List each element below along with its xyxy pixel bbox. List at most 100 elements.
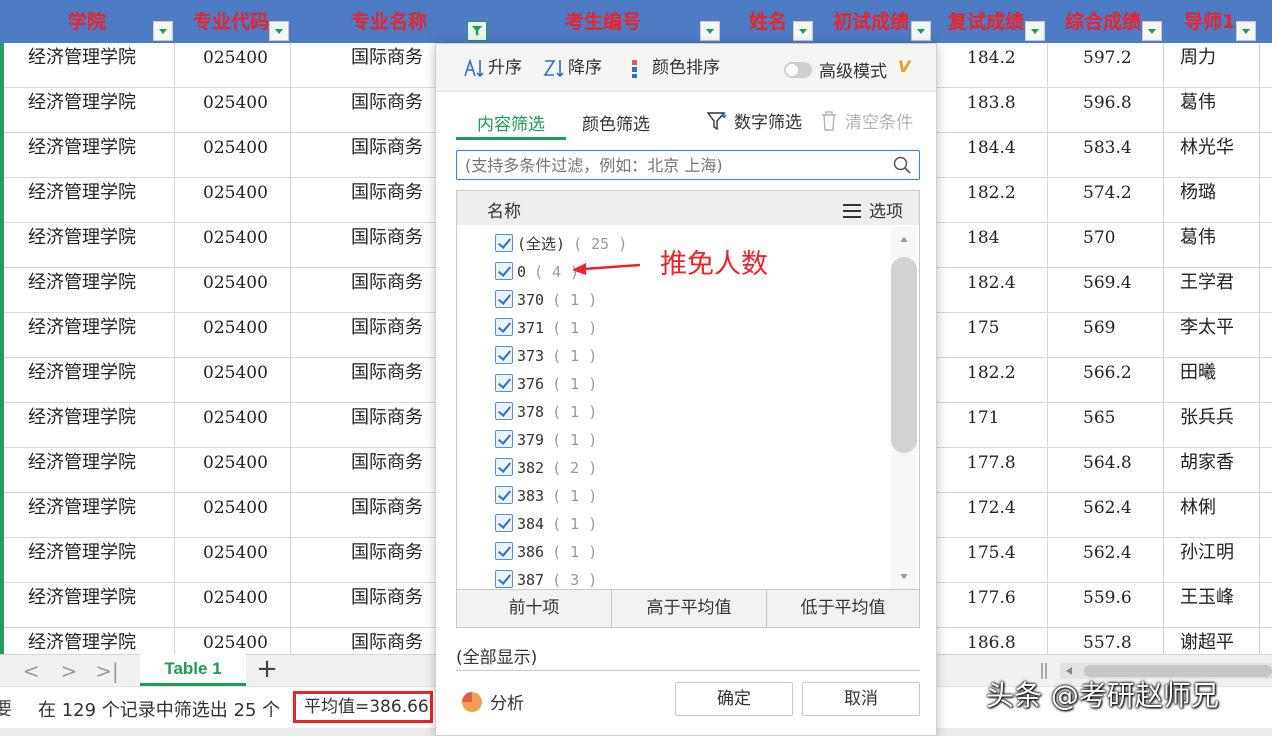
cell-total[interactable]: 570 bbox=[1048, 223, 1164, 268]
cell-code[interactable]: 025400 bbox=[175, 268, 291, 313]
col-header-major-code[interactable]: 专业代码 bbox=[175, 0, 291, 43]
cell-retest[interactable]: 171 bbox=[934, 403, 1048, 448]
cell-retest[interactable]: 182.4 bbox=[934, 268, 1048, 313]
filter-dropdown-icon[interactable] bbox=[1142, 21, 1162, 41]
checkbox[interactable] bbox=[495, 318, 513, 336]
cell-retest[interactable]: 186.8 bbox=[934, 628, 1048, 656]
filter-dropdown-icon[interactable] bbox=[1025, 21, 1045, 41]
filter-dropdown-icon[interactable] bbox=[269, 21, 289, 41]
cell-tutor[interactable]: 谢超平 bbox=[1164, 628, 1260, 656]
top-ten-button[interactable]: 前十项 bbox=[457, 590, 612, 627]
cell-code[interactable]: 025400 bbox=[175, 313, 291, 358]
cell-total[interactable]: 569 bbox=[1048, 313, 1164, 358]
cell-total[interactable]: 557.8 bbox=[1048, 628, 1164, 656]
cell-retest[interactable]: 175.4 bbox=[934, 538, 1048, 583]
filter-dropdown-icon[interactable] bbox=[911, 21, 931, 41]
cell-total[interactable]: 569.4 bbox=[1048, 268, 1164, 313]
cell-total[interactable]: 562.4 bbox=[1048, 538, 1164, 583]
filter-dropdown-icon[interactable] bbox=[153, 21, 173, 41]
cell-college[interactable]: 经济管理学院 bbox=[0, 223, 175, 268]
cell-major[interactable]: 国际商务 bbox=[291, 358, 436, 403]
checkbox[interactable] bbox=[495, 514, 513, 532]
cell-college[interactable]: 经济管理学院 bbox=[0, 313, 175, 358]
list-scrollbar-thumb[interactable] bbox=[891, 257, 917, 453]
cell-college[interactable]: 经济管理学院 bbox=[0, 583, 175, 628]
cell-major[interactable]: 国际商务 bbox=[291, 313, 436, 358]
cell-major[interactable]: 国际商务 bbox=[291, 133, 436, 178]
cell-college[interactable]: 经济管理学院 bbox=[0, 358, 175, 403]
next-sheet-icon[interactable]: > bbox=[56, 659, 82, 683]
cell-retest[interactable]: 172.4 bbox=[934, 493, 1048, 538]
cell-college[interactable]: 经济管理学院 bbox=[0, 178, 175, 223]
color-sort-button[interactable]: 颜色排序 bbox=[626, 56, 720, 80]
cell-tutor[interactable]: 葛伟 bbox=[1164, 223, 1260, 268]
advanced-mode-toggle[interactable] bbox=[784, 62, 812, 78]
filter-search-input[interactable] bbox=[457, 151, 887, 179]
scroll-up-icon[interactable] bbox=[900, 237, 908, 242]
filter-list-item[interactable]: 387 ( 3 ) bbox=[495, 569, 597, 589]
tab-content-filter[interactable]: 内容筛选 bbox=[456, 110, 566, 140]
below-average-button[interactable]: 低于平均值 bbox=[767, 590, 919, 627]
filter-list-item[interactable]: 382 ( 2 ) bbox=[495, 457, 597, 483]
col-header-initial-score[interactable]: 初试成绩 bbox=[817, 0, 934, 43]
cell-tutor[interactable]: 孙江明 bbox=[1164, 538, 1260, 583]
prev-sheet-icon[interactable]: < bbox=[18, 659, 44, 683]
cell-major[interactable]: 国际商务 bbox=[291, 403, 436, 448]
filter-dropdown-icon[interactable] bbox=[1236, 21, 1256, 41]
filter-list-item[interactable]: 383 ( 1 ) bbox=[495, 485, 597, 511]
cell-code[interactable]: 025400 bbox=[175, 178, 291, 223]
filter-dropdown-icon[interactable] bbox=[700, 21, 720, 41]
cell-major[interactable]: 国际商务 bbox=[291, 223, 436, 268]
cell-tutor[interactable]: 李太平 bbox=[1164, 313, 1260, 358]
cell-tutor[interactable]: 杨璐 bbox=[1164, 178, 1260, 223]
cell-college[interactable]: 经济管理学院 bbox=[0, 448, 175, 493]
show-all-link[interactable]: (全部显示) bbox=[456, 643, 537, 668]
checkbox[interactable] bbox=[495, 402, 513, 420]
checkbox[interactable] bbox=[495, 234, 513, 252]
cell-code[interactable]: 025400 bbox=[175, 133, 291, 178]
cell-college[interactable]: 经济管理学院 bbox=[0, 88, 175, 133]
clear-conditions-button[interactable]: 清空条件 bbox=[819, 108, 913, 133]
cell-total[interactable]: 564.8 bbox=[1048, 448, 1164, 493]
filter-list-item[interactable]: 378 ( 1 ) bbox=[495, 401, 597, 427]
checkbox[interactable] bbox=[495, 346, 513, 364]
cell-major[interactable]: 国际商务 bbox=[291, 628, 436, 656]
cell-tutor[interactable]: 林光华 bbox=[1164, 133, 1260, 178]
col-header-tutor[interactable]: 导师1 bbox=[1164, 0, 1260, 43]
cancel-button[interactable]: 取消 bbox=[802, 682, 920, 716]
cell-retest[interactable]: 182.2 bbox=[934, 178, 1048, 223]
filter-list-item[interactable]: 379 ( 1 ) bbox=[495, 429, 597, 455]
filter-active-icon[interactable] bbox=[467, 21, 487, 41]
filter-dropdown-icon[interactable] bbox=[793, 21, 813, 41]
tab-color-filter[interactable]: 颜色筛选 bbox=[582, 110, 650, 135]
cell-code[interactable]: 025400 bbox=[175, 628, 291, 656]
filter-list-item[interactable]: 386 ( 1 ) bbox=[495, 541, 597, 567]
sort-descending-button[interactable]: 降序 bbox=[542, 56, 602, 80]
filter-list-item[interactable]: 0( 4 ) bbox=[495, 261, 579, 287]
cell-tutor[interactable]: 葛伟 bbox=[1164, 88, 1260, 133]
checkbox[interactable] bbox=[495, 542, 513, 560]
checkbox[interactable] bbox=[495, 458, 513, 476]
cell-retest[interactable]: 177.8 bbox=[934, 448, 1048, 493]
cell-college[interactable]: 经济管理学院 bbox=[0, 403, 175, 448]
cell-retest[interactable]: 182.2 bbox=[934, 358, 1048, 403]
cell-retest[interactable]: 184 bbox=[934, 223, 1048, 268]
cell-total[interactable]: 562.4 bbox=[1048, 493, 1164, 538]
filter-list-item[interactable]: 384 ( 1 ) bbox=[495, 513, 597, 539]
cell-tutor[interactable]: 王玉峰 bbox=[1164, 583, 1260, 628]
cell-college[interactable]: 经济管理学院 bbox=[0, 538, 175, 583]
cell-total[interactable]: 597.2 bbox=[1048, 43, 1164, 88]
cell-major[interactable]: 国际商务 bbox=[291, 538, 436, 583]
cell-code[interactable]: 025400 bbox=[175, 448, 291, 493]
list-options-button[interactable]: 选项 bbox=[843, 197, 903, 222]
col-header-name[interactable]: 姓名 bbox=[723, 0, 817, 43]
filter-list-item[interactable]: 373 ( 1 ) bbox=[495, 345, 597, 371]
cell-total[interactable]: 574.2 bbox=[1048, 178, 1164, 223]
cell-code[interactable]: 025400 bbox=[175, 223, 291, 268]
checkbox[interactable] bbox=[495, 290, 513, 308]
last-sheet-icon[interactable]: >| bbox=[94, 659, 120, 683]
cell-total[interactable]: 565 bbox=[1048, 403, 1164, 448]
filter-list-item[interactable]: 371 ( 1 ) bbox=[495, 317, 597, 343]
sheet-tab[interactable]: Table 1 bbox=[140, 654, 246, 686]
cell-code[interactable]: 025400 bbox=[175, 88, 291, 133]
